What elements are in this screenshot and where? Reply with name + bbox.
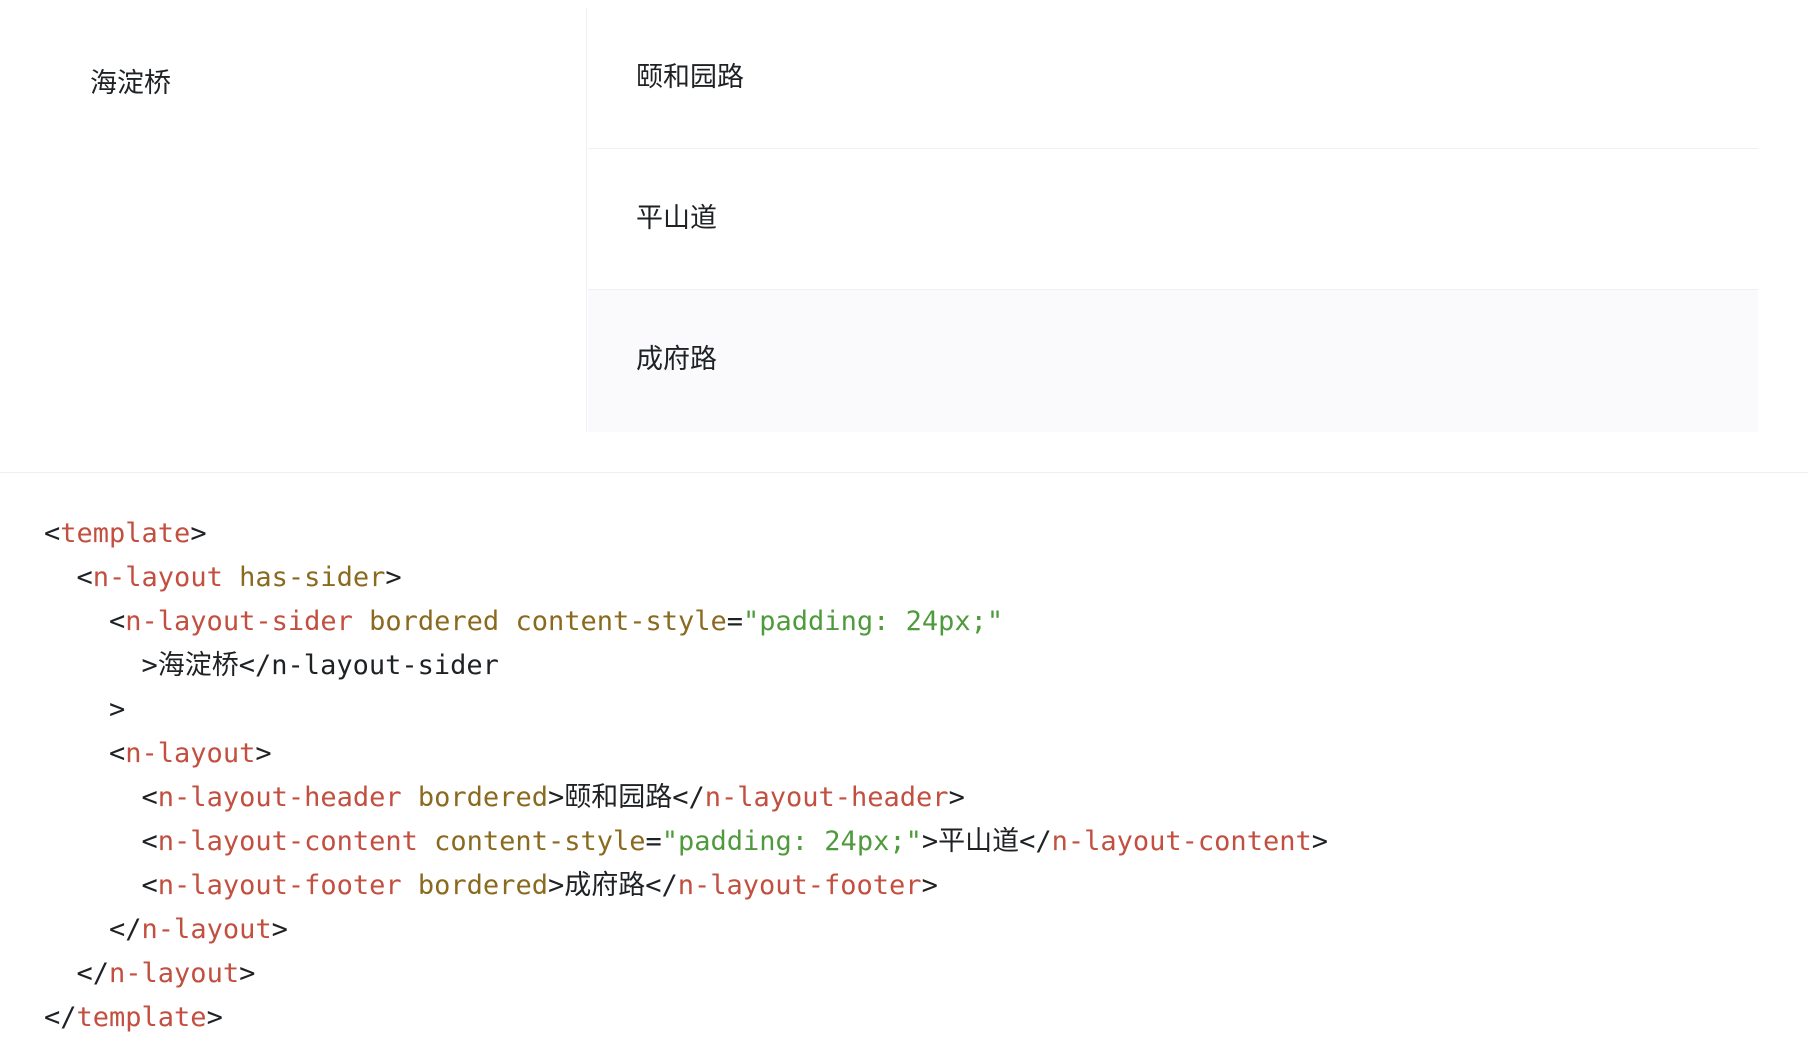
- code-token-punct: >: [1311, 826, 1328, 857]
- code-token-punct: <: [44, 606, 126, 637]
- code-token-punct: >成府路</: [547, 870, 678, 901]
- code-token-punct: [418, 826, 434, 857]
- layout-sider: 海淀桥: [0, 8, 587, 432]
- code-token-punct: >: [206, 1002, 223, 1033]
- code-token-punct: </: [44, 1002, 77, 1033]
- code-line: >海淀桥</n-layout-sider: [44, 644, 1328, 688]
- code-token-tag: n-layout-sider: [125, 606, 353, 637]
- code-token-punct: [223, 562, 239, 593]
- layout-main: 颐和园路 平山道 成府路: [588, 8, 1758, 432]
- layout-demo: 海淀桥 颐和园路 平山道 成府路: [0, 0, 1808, 473]
- code-token-tag: n-layout-header: [704, 782, 949, 813]
- code-token-punct: [402, 782, 418, 813]
- code-token-punct: >: [948, 782, 965, 813]
- code-token-str: "padding: 24px;": [743, 606, 1004, 637]
- section-divider: [0, 472, 1808, 473]
- code-line: >: [44, 688, 1328, 732]
- code-token-punct: >海淀桥</n-layout-sider: [44, 650, 499, 681]
- code-token-tag: n-layout: [92, 562, 223, 593]
- footer-text: 成府路: [636, 344, 717, 375]
- header-text: 颐和园路: [636, 62, 744, 93]
- code-block[interactable]: <template> <n-layout has-sider> <n-layou…: [44, 512, 1328, 1040]
- code-line: <n-layout-sider bordered content-style="…: [44, 600, 1328, 644]
- code-token-punct: [353, 606, 369, 637]
- code-token-punct: </: [44, 914, 142, 945]
- code-token-attr: content-style: [515, 606, 727, 637]
- code-token-attr: bordered: [369, 606, 500, 637]
- code-token-punct: =: [726, 606, 744, 637]
- code-token-punct: <: [44, 738, 126, 769]
- code-token-tag: n-layout-header: [157, 782, 402, 813]
- code-token-punct: <: [44, 562, 93, 593]
- code-line: <template>: [44, 512, 1328, 556]
- layout-footer: 成府路: [588, 290, 1758, 432]
- code-line: <n-layout has-sider>: [44, 556, 1328, 600]
- code-token-attr: content-style: [434, 826, 646, 857]
- code-token-tag: template: [60, 518, 191, 549]
- code-token-tag: n-layout-content: [1051, 826, 1312, 857]
- code-token-punct: >: [921, 870, 938, 901]
- code-token-punct: </: [44, 958, 110, 989]
- code-token-tag: template: [76, 1002, 207, 1033]
- code-token-punct: <: [44, 518, 61, 549]
- code-token-punct: <: [44, 870, 158, 901]
- code-token-attr: has-sider: [239, 562, 386, 593]
- code-line: </n-layout>: [44, 952, 1328, 996]
- code-token-punct: >颐和园路</: [547, 782, 705, 813]
- code-token-punct: >: [44, 694, 126, 725]
- code-line: </template>: [44, 996, 1328, 1040]
- content-text: 平山道: [636, 203, 717, 234]
- layout-header: 颐和园路: [588, 8, 1758, 149]
- code-token-punct: <: [44, 782, 158, 813]
- code-line: <n-layout-content content-style="padding…: [44, 820, 1328, 864]
- code-token-tag: n-layout-content: [157, 826, 418, 857]
- code-token-str: "padding: 24px;": [661, 826, 922, 857]
- code-line: </n-layout>: [44, 908, 1328, 952]
- code-token-tag: n-layout: [109, 958, 240, 989]
- code-line: <n-layout>: [44, 732, 1328, 776]
- code-token-punct: >: [255, 738, 272, 769]
- code-token-punct: >: [239, 958, 256, 989]
- code-token-tag: n-layout: [141, 914, 272, 945]
- code-token-tag: n-layout-footer: [157, 870, 402, 901]
- code-line: <n-layout-header bordered>颐和园路</n-layout…: [44, 776, 1328, 820]
- code-token-punct: [499, 606, 515, 637]
- code-line: <n-layout-footer bordered>成府路</n-layout-…: [44, 864, 1328, 908]
- code-token-tag: n-layout: [125, 738, 256, 769]
- code-token-punct: [402, 870, 418, 901]
- code-token-punct: >: [190, 518, 207, 549]
- code-token-punct: =: [645, 826, 662, 857]
- code-token-punct: >: [385, 562, 402, 593]
- code-token-punct: >: [271, 914, 288, 945]
- code-token-punct: >平山道</: [921, 826, 1052, 857]
- code-token-punct: <: [44, 826, 158, 857]
- layout-content: 平山道: [588, 149, 1758, 290]
- code-token-attr: bordered: [417, 782, 548, 813]
- sider-text: 海淀桥: [90, 68, 171, 99]
- code-token-tag: n-layout-footer: [677, 870, 922, 901]
- code-token-attr: bordered: [417, 870, 548, 901]
